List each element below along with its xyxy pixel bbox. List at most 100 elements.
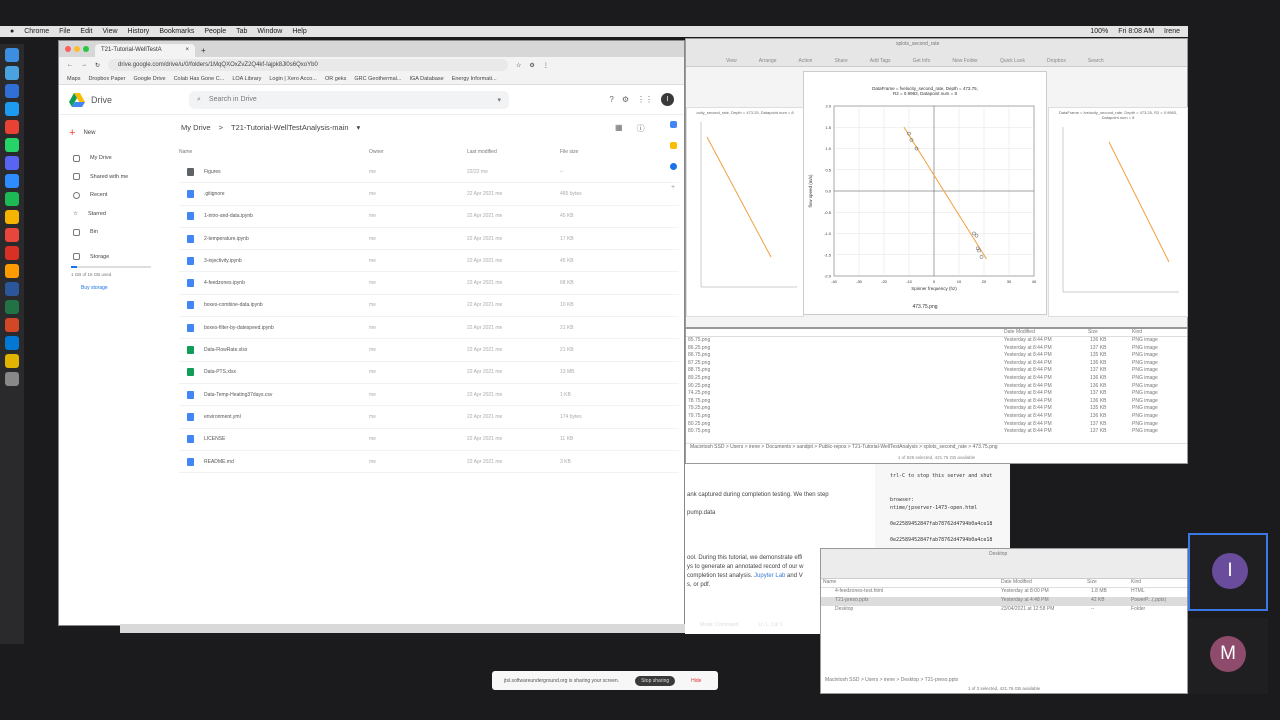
finder-row[interactable]: 74.25.png Yesterday at 8:44 PM 137 KB PNG i… [686,390,1187,398]
sidebar-item-starred[interactable]: ☆ Starred [59,205,174,224]
clock[interactable]: Fri 8:08 AM [1118,28,1154,35]
spotify-icon[interactable] [5,192,19,206]
finder-row[interactable]: 90.25.png Yesterday at 8:44 PM 136 KB PNG i… [686,383,1187,391]
sidebar-item-my-drive[interactable]: My Drive [59,149,174,168]
bookmark-item[interactable]: GRC Geothermal... [354,76,401,82]
url-field[interactable]: drive.google.com/drive/u/0/folders/1MqQX… [108,59,509,71]
menu-edit[interactable]: Edit [80,28,92,35]
close-tab-icon[interactable]: × [185,47,189,54]
finder-row[interactable]: 80.25.png Yesterday at 8:44 PM 137 KB PNG i… [686,421,1187,429]
buy-storage-button[interactable]: Buy storage [81,285,174,291]
finder-row[interactable]: 85.75.png Yesterday at 8:44 PM 136 KB PNG i… [686,337,1187,345]
bookmark-item[interactable]: Login | Xero Acco... [269,76,317,82]
bookmark-item[interactable]: IGA Database [409,76,443,82]
path-bar[interactable]: Macintosh SSD > Users > irene > Desktop … [821,677,1187,685]
finder-row[interactable]: 87.25.png Yesterday at 8:44 PM 136 KB PNG i… [686,360,1187,368]
menu-icon[interactable]: ⋮ [543,62,549,69]
word-icon[interactable] [5,282,19,296]
appstore-icon[interactable] [5,84,19,98]
help-icon[interactable]: ? [609,95,613,104]
settings-gear-icon[interactable]: ⚙ [622,95,629,104]
file-row[interactable]: .gitignore me 22 Apr 2021 me 465 bytes [179,183,679,206]
illustrator-icon[interactable] [5,264,19,278]
extensions-icon[interactable]: ⚙ [529,62,534,69]
minimize-window-button[interactable] [74,46,80,52]
col-owner[interactable]: Owner [369,149,384,155]
toolbar-arrange[interactable]: Arrange [759,58,777,64]
bookmark-item[interactable]: LOA Library [232,76,261,82]
trash-icon[interactable] [5,372,19,386]
finder-row[interactable]: 86.75.png Yesterday at 8:44 PM 135 KB PNG i… [686,352,1187,360]
file-row[interactable]: boxes-filter-by-datespeed.ipynb me 22 Apr … [179,317,679,340]
bookmark-item[interactable]: Maps [67,76,80,82]
col-size[interactable]: Size [1087,579,1097,585]
whatsapp-icon[interactable] [5,138,19,152]
participant-tile-i[interactable]: I [1188,533,1268,611]
menu-view[interactable]: View [102,28,117,35]
bookmark-item[interactable]: OR geks [325,76,346,82]
file-row[interactable]: LICENSE me 22 Apr 2021 me 11 KB [179,429,679,451]
menu-file[interactable]: File [59,28,70,35]
toolbar-action[interactable]: Action [799,58,813,64]
col-modified[interactable]: Last modified [467,149,497,155]
chevron-down-icon[interactable]: ▾ [357,123,361,132]
col-kind[interactable]: Kind [1132,329,1142,335]
thumbnail-plot-left[interactable]: ocity_second_rate, Depth = 473.25, Datap… [686,107,804,317]
file-row[interactable]: Data-PTS.xlsx me 22 Apr 2021 me 13 MB [179,362,679,384]
file-row[interactable]: boxes-combine-data.ipynb me 22 Apr 2021 me… [179,295,679,318]
menu-people[interactable]: People [204,28,226,35]
main-plot-preview[interactable]: DataFrame = fvelocity_second_rate, Depth… [803,71,1047,315]
add-addon-icon[interactable]: + [671,184,675,191]
col-name[interactable]: Name [179,149,192,155]
zoom-window-button[interactable] [83,46,89,52]
calendar-icon[interactable] [669,121,677,128]
file-row[interactable]: Data-FlowRate.xlsx me 22 Apr 2021 me 21 KB [179,339,679,362]
toolbar-new-folder[interactable]: New Folder [952,58,978,64]
menu-app[interactable]: Chrome [24,28,49,35]
acrobat-icon[interactable] [5,246,19,260]
col-date-modified[interactable]: Date Modified [1004,329,1035,335]
col-kind[interactable]: Kind [1131,579,1141,585]
tasks-icon[interactable] [669,163,677,170]
stop-sharing-button[interactable]: Stop sharing [635,675,676,686]
jupyter-lab-link[interactable]: Jupyter Lab [754,573,785,579]
sidebar-item-recent[interactable]: Recent [59,186,174,205]
col-date-modified[interactable]: Date Modified [1001,579,1032,585]
miro-icon[interactable] [5,354,19,368]
user-name[interactable]: Irene [1164,28,1180,35]
sidebar-item-storage[interactable]: Storage [59,248,174,267]
toolbar-view[interactable]: View [726,58,737,64]
finder-row[interactable]: 79.75.png Yesterday at 8:44 PM 136 KB PNG i… [686,413,1187,421]
hide-button[interactable]: Hide [691,678,701,684]
apple-icon[interactable]: ● [10,28,14,35]
sidebar-item-bin[interactable]: Bin [59,223,174,242]
chrome-icon[interactable] [5,210,19,224]
bookmark-item[interactable]: Google Drive [133,76,165,82]
grid-view-icon[interactable]: ▦ [615,123,623,134]
col-name[interactable]: Name [823,579,836,585]
file-row[interactable]: environment.yml me 22 Apr 2021 me 174 bytes [179,406,679,429]
menu-tab[interactable]: Tab [236,28,247,35]
toolbar-dropbox[interactable]: Dropbox [1047,58,1066,64]
finder-row[interactable]: Desktop 23/04/2021 at 12:58 PM -- Folder [821,606,1187,615]
toolbar-tags[interactable]: Add Tags [870,58,891,64]
toolbar-share[interactable]: Share [834,58,847,64]
col-size[interactable]: File size [560,149,578,155]
finder-row[interactable]: 80.75.png Yesterday at 8:44 PM 137 KB PNG i… [686,428,1187,436]
finder-row[interactable]: 86.25.png Yesterday at 8:44 PM 137 KB PNG i… [686,345,1187,353]
finder-row[interactable]: T21-preso.pptx Yesterday at 4:48 PM 42 KB P… [821,597,1187,606]
breadcrumb-folder[interactable]: T21-Tutorial-WellTestAnalysis-main [231,123,349,132]
discord-icon[interactable] [5,156,19,170]
menu-history[interactable]: History [128,28,150,35]
menu-window[interactable]: Window [257,28,282,35]
finder-row[interactable]: 88.75.png Yesterday at 8:44 PM 137 KB PNG i… [686,367,1187,375]
bookmark-item[interactable]: Colab Has Gone C... [174,76,225,82]
bookmark-item[interactable]: Energy Informati... [452,76,497,82]
file-row[interactable]: Data-Temp-Heating37days.csv me 22 Apr 2021… [179,384,679,407]
menu-help[interactable]: Help [292,28,306,35]
powerpoint-icon[interactable] [5,318,19,332]
toolbar-quicklook[interactable]: Quick Look [1000,58,1025,64]
vscode-icon[interactable] [5,336,19,350]
finder-row[interactable]: 4-feedzones-test.html Yesterday at 8:00 P… [821,588,1187,597]
toolbar-search[interactable]: Search [1088,58,1104,64]
